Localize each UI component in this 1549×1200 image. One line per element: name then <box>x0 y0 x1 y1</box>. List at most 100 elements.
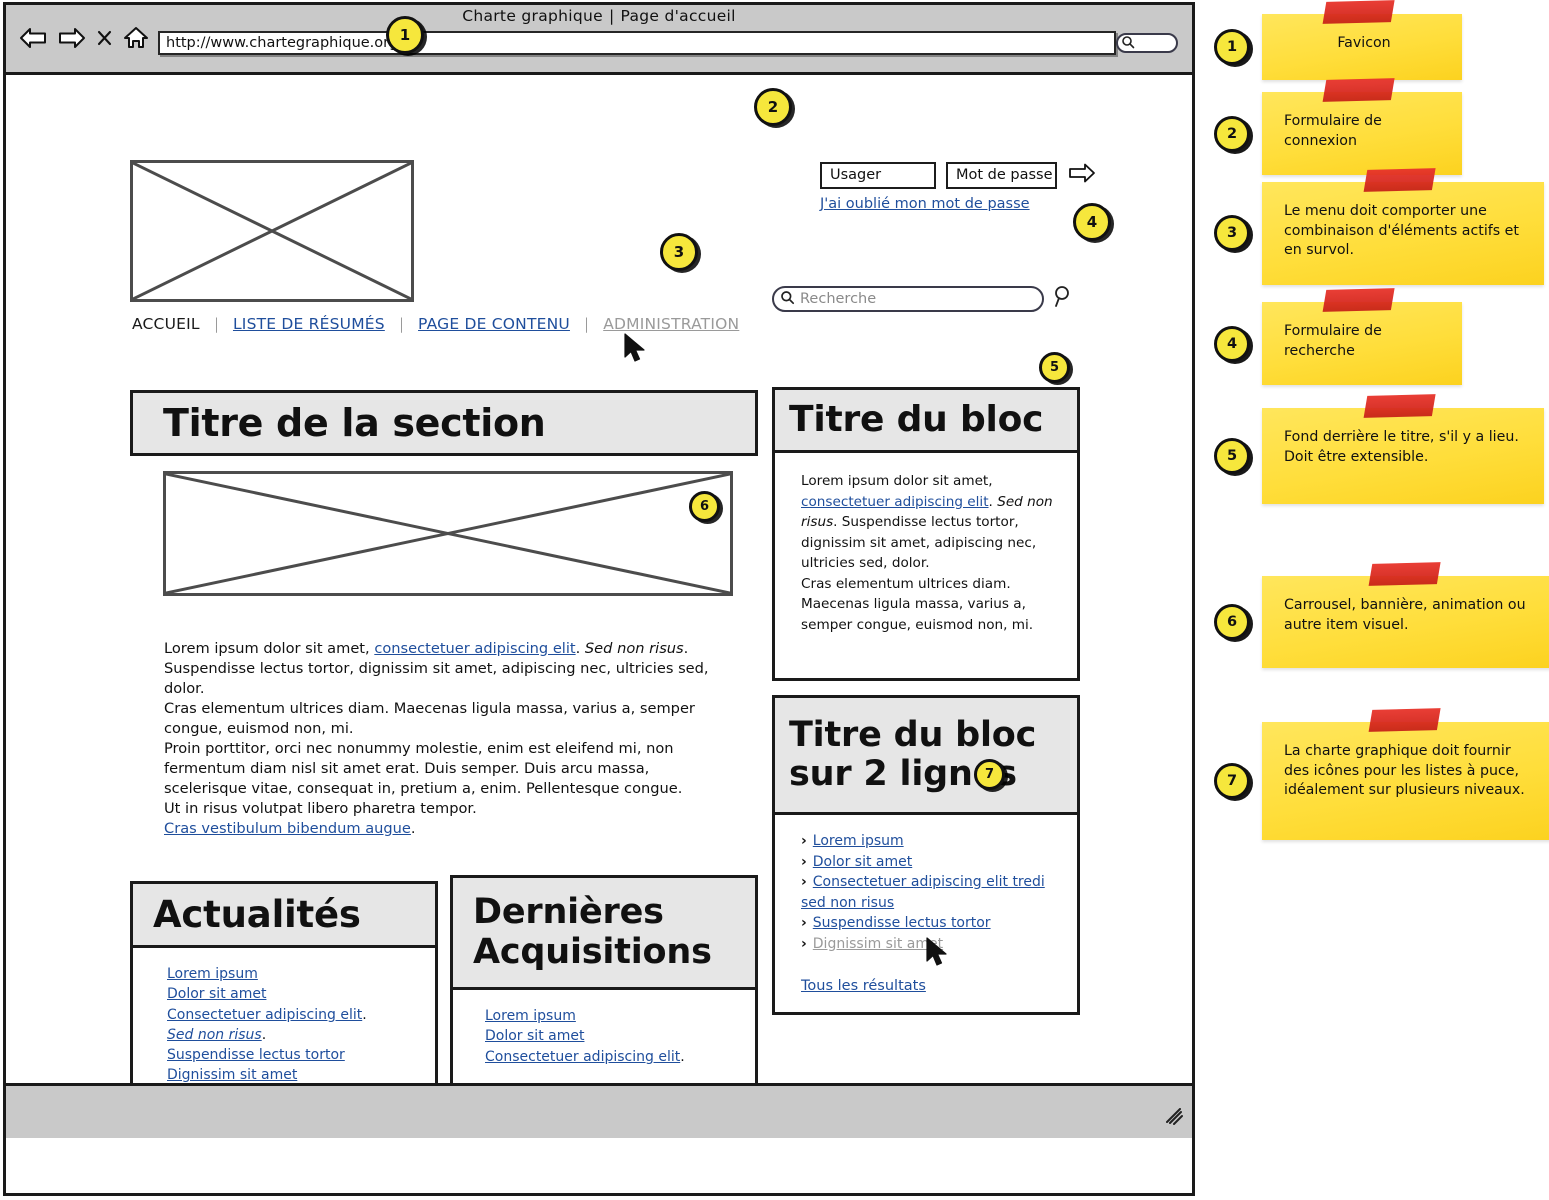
list-item-link[interactable]: Lorem ipsum <box>813 833 904 849</box>
nav-item-liste-de-resumes[interactable]: LISTE DE RÉSUMÉS <box>231 315 387 333</box>
acquisitions-header: Dernières Acquisitions <box>453 878 755 990</box>
list-item: Suspendisse lectus tortor <box>167 1045 425 1065</box>
sticky-note-6: Carrousel, bannière, animation ou autre … <box>1262 562 1549 668</box>
body-link-2[interactable]: Cras vestibulum bibendum augue <box>164 820 411 837</box>
list-item: Lorem ipsum <box>485 1006 745 1026</box>
search-submit-magnifier-icon[interactable] <box>1053 285 1075 313</box>
stop-x-icon[interactable] <box>96 28 113 52</box>
resize-grip-icon[interactable] <box>1166 1108 1184 1130</box>
list-item-link[interactable]: Dolor sit amet <box>813 854 912 870</box>
password-field[interactable]: Mot de passe <box>946 161 1057 189</box>
list-item-link[interactable]: Suspendisse lectus tortor <box>813 915 991 931</box>
note-6: 6 Carrousel, bannière, animation ou autr… <box>1214 562 1549 668</box>
news-link[interactable]: Dolor sit amet <box>167 986 266 1002</box>
search-form: Recherche <box>772 285 1075 313</box>
body-line-3: Proin porttitor, orci nec nonummy molest… <box>164 740 683 797</box>
body-inline-link-1[interactable]: consectetuer adipiscing elit <box>374 640 575 657</box>
back-arrow-icon[interactable] <box>18 26 48 54</box>
note-7-text: La charte graphique doit fournir des icô… <box>1284 743 1525 798</box>
note-badge-3[interactable]: 3 <box>1214 215 1250 252</box>
main-navigation: ACCUEIL | LISTE DE RÉSUMÉS | PAGE DE CON… <box>130 315 741 333</box>
browser-search-box[interactable] <box>1116 33 1178 53</box>
news-link[interactable]: Lorem ipsum <box>167 966 258 982</box>
nav-item-page-de-contenu[interactable]: PAGE DE CONTENU <box>416 315 572 333</box>
block-text-inline-link[interactable]: consectetuer adipiscing elit <box>801 494 989 510</box>
tape-icon <box>1368 708 1441 732</box>
callout-badge-3[interactable]: 3 <box>660 233 698 271</box>
list-item-link-hover[interactable]: Dignissim sit amet <box>813 936 943 952</box>
username-field-value: Usager <box>830 167 882 183</box>
news-link[interactable]: Consectetuer adipiscing elit <box>167 1007 362 1023</box>
address-bar[interactable]: http://www.chartegraphique.org/ <box>158 31 1116 55</box>
username-field[interactable]: Usager <box>820 161 936 189</box>
tape-icon <box>1368 562 1441 586</box>
address-bar-value: http://www.chartegraphique.org/ <box>166 35 403 51</box>
callout-badge-4[interactable]: 4 <box>1073 203 1111 241</box>
note-4-text: Formulaire de recherche <box>1284 323 1382 359</box>
acquisitions-link[interactable]: Lorem ipsum <box>485 1008 576 1024</box>
forward-arrow-icon[interactable] <box>57 26 87 54</box>
block-list-body: › Lorem ipsum › Dolor sit amet › Consectetu… <box>775 815 1077 1007</box>
block-text-p1a: Lorem ipsum dolor sit amet, <box>801 473 993 489</box>
search-input-placeholder: Recherche <box>800 291 877 307</box>
note-badge-6[interactable]: 6 <box>1214 604 1250 640</box>
note-badge-7[interactable]: 7 <box>1214 763 1250 799</box>
chevron-right-icon: › <box>801 935 807 952</box>
block-text-p1b: . <box>988 493 998 510</box>
tape-icon <box>1363 168 1436 192</box>
callout-badge-7[interactable]: 7 <box>974 759 1005 790</box>
list-item-link[interactable]: Consectetuer adipiscing elit tredi sed n… <box>801 874 1045 911</box>
window-title-right: Page d'accueil <box>620 7 736 25</box>
block-text-p2: Cras elementum ultrices diam. Maecenas l… <box>801 575 1034 633</box>
forgot-password-link[interactable]: J'ai oublié mon mot de passe <box>820 196 1097 212</box>
all-results-link[interactable]: Tous les résultats <box>801 976 1067 997</box>
acquisitions-link-tail: . <box>680 1048 685 1065</box>
nav-item-accueil[interactable]: ACCUEIL <box>130 315 202 333</box>
sticky-note-1: Favicon <box>1262 0 1462 80</box>
list-item: › Consectetuer adipiscing elit tredi sed … <box>801 872 1067 913</box>
note-6-text: Carrousel, bannière, animation ou autre … <box>1284 597 1526 633</box>
note-badge-2[interactable]: 2 <box>1214 115 1250 152</box>
news-header: Actualités <box>133 884 435 948</box>
home-icon[interactable] <box>122 25 150 54</box>
login-submit-arrow-icon[interactable] <box>1067 161 1097 189</box>
news-link-italic[interactable]: Sed non risus <box>167 1027 262 1043</box>
list-item: Lorem ipsum <box>167 964 425 984</box>
list-item: › Lorem ipsum <box>801 831 1067 852</box>
callout-badge-1[interactable]: 1 <box>386 16 424 54</box>
block-text-paragraph: Lorem ipsum dolor sit amet, consectetuer… <box>801 471 1055 635</box>
block-text-header: Titre du bloc <box>775 390 1077 453</box>
browser-nav-buttons <box>18 25 150 54</box>
tape-icon <box>1322 288 1395 312</box>
search-input[interactable]: Recherche <box>772 286 1044 312</box>
news-link[interactable]: Suspendisse lectus tortor <box>167 1047 345 1063</box>
window-title-left: Charte graphique <box>462 7 603 25</box>
mouse-cursor-icon <box>623 333 649 367</box>
nav-item-administration[interactable]: ADMINISTRATION <box>601 315 741 333</box>
sticky-note-3: Le menu doit comporter une combinaison d… <box>1262 168 1544 285</box>
section-body-text: Lorem ipsum dolor sit amet, consectetuer… <box>164 639 726 839</box>
acquisitions-link[interactable]: Consectetuer adipiscing elit <box>485 1049 680 1065</box>
acquisitions-link[interactable]: Dolor sit amet <box>485 1028 584 1044</box>
note-badge-4[interactable]: 4 <box>1214 325 1250 362</box>
note-5-text: Fond derrière le titre, s'il y a lieu. D… <box>1284 429 1519 465</box>
magnifier-icon <box>1121 34 1135 53</box>
note-2: 2 Formulaire de connexion <box>1214 78 1494 175</box>
block-text-body: Lorem ipsum dolor sit amet, consectetuer… <box>775 453 1077 645</box>
sticky-note-5: Fond derrière le titre, s'il y a lieu. D… <box>1262 394 1544 504</box>
list-item: › Dolor sit amet <box>801 852 1067 873</box>
window-title: Charte graphique | Page d'accueil <box>6 7 1192 25</box>
note-1: 1 Favicon <box>1214 0 1474 80</box>
mouse-cursor-icon <box>925 937 951 971</box>
block-list-title-line1: Titre du bloc <box>789 714 1037 755</box>
callout-badge-2[interactable]: 2 <box>754 88 792 126</box>
note-badge-5[interactable]: 5 <box>1214 438 1250 474</box>
list-item: Sed non risus. <box>167 1025 425 1045</box>
nav-separator: | <box>398 315 405 333</box>
note-1-text: Favicon <box>1337 35 1391 51</box>
callout-badge-5[interactable]: 5 <box>1039 352 1070 383</box>
callout-badge-6[interactable]: 6 <box>689 491 720 522</box>
tape-icon <box>1322 78 1395 102</box>
note-badge-1[interactable]: 1 <box>1214 29 1250 65</box>
news-link[interactable]: Dignissim sit amet <box>167 1067 297 1083</box>
